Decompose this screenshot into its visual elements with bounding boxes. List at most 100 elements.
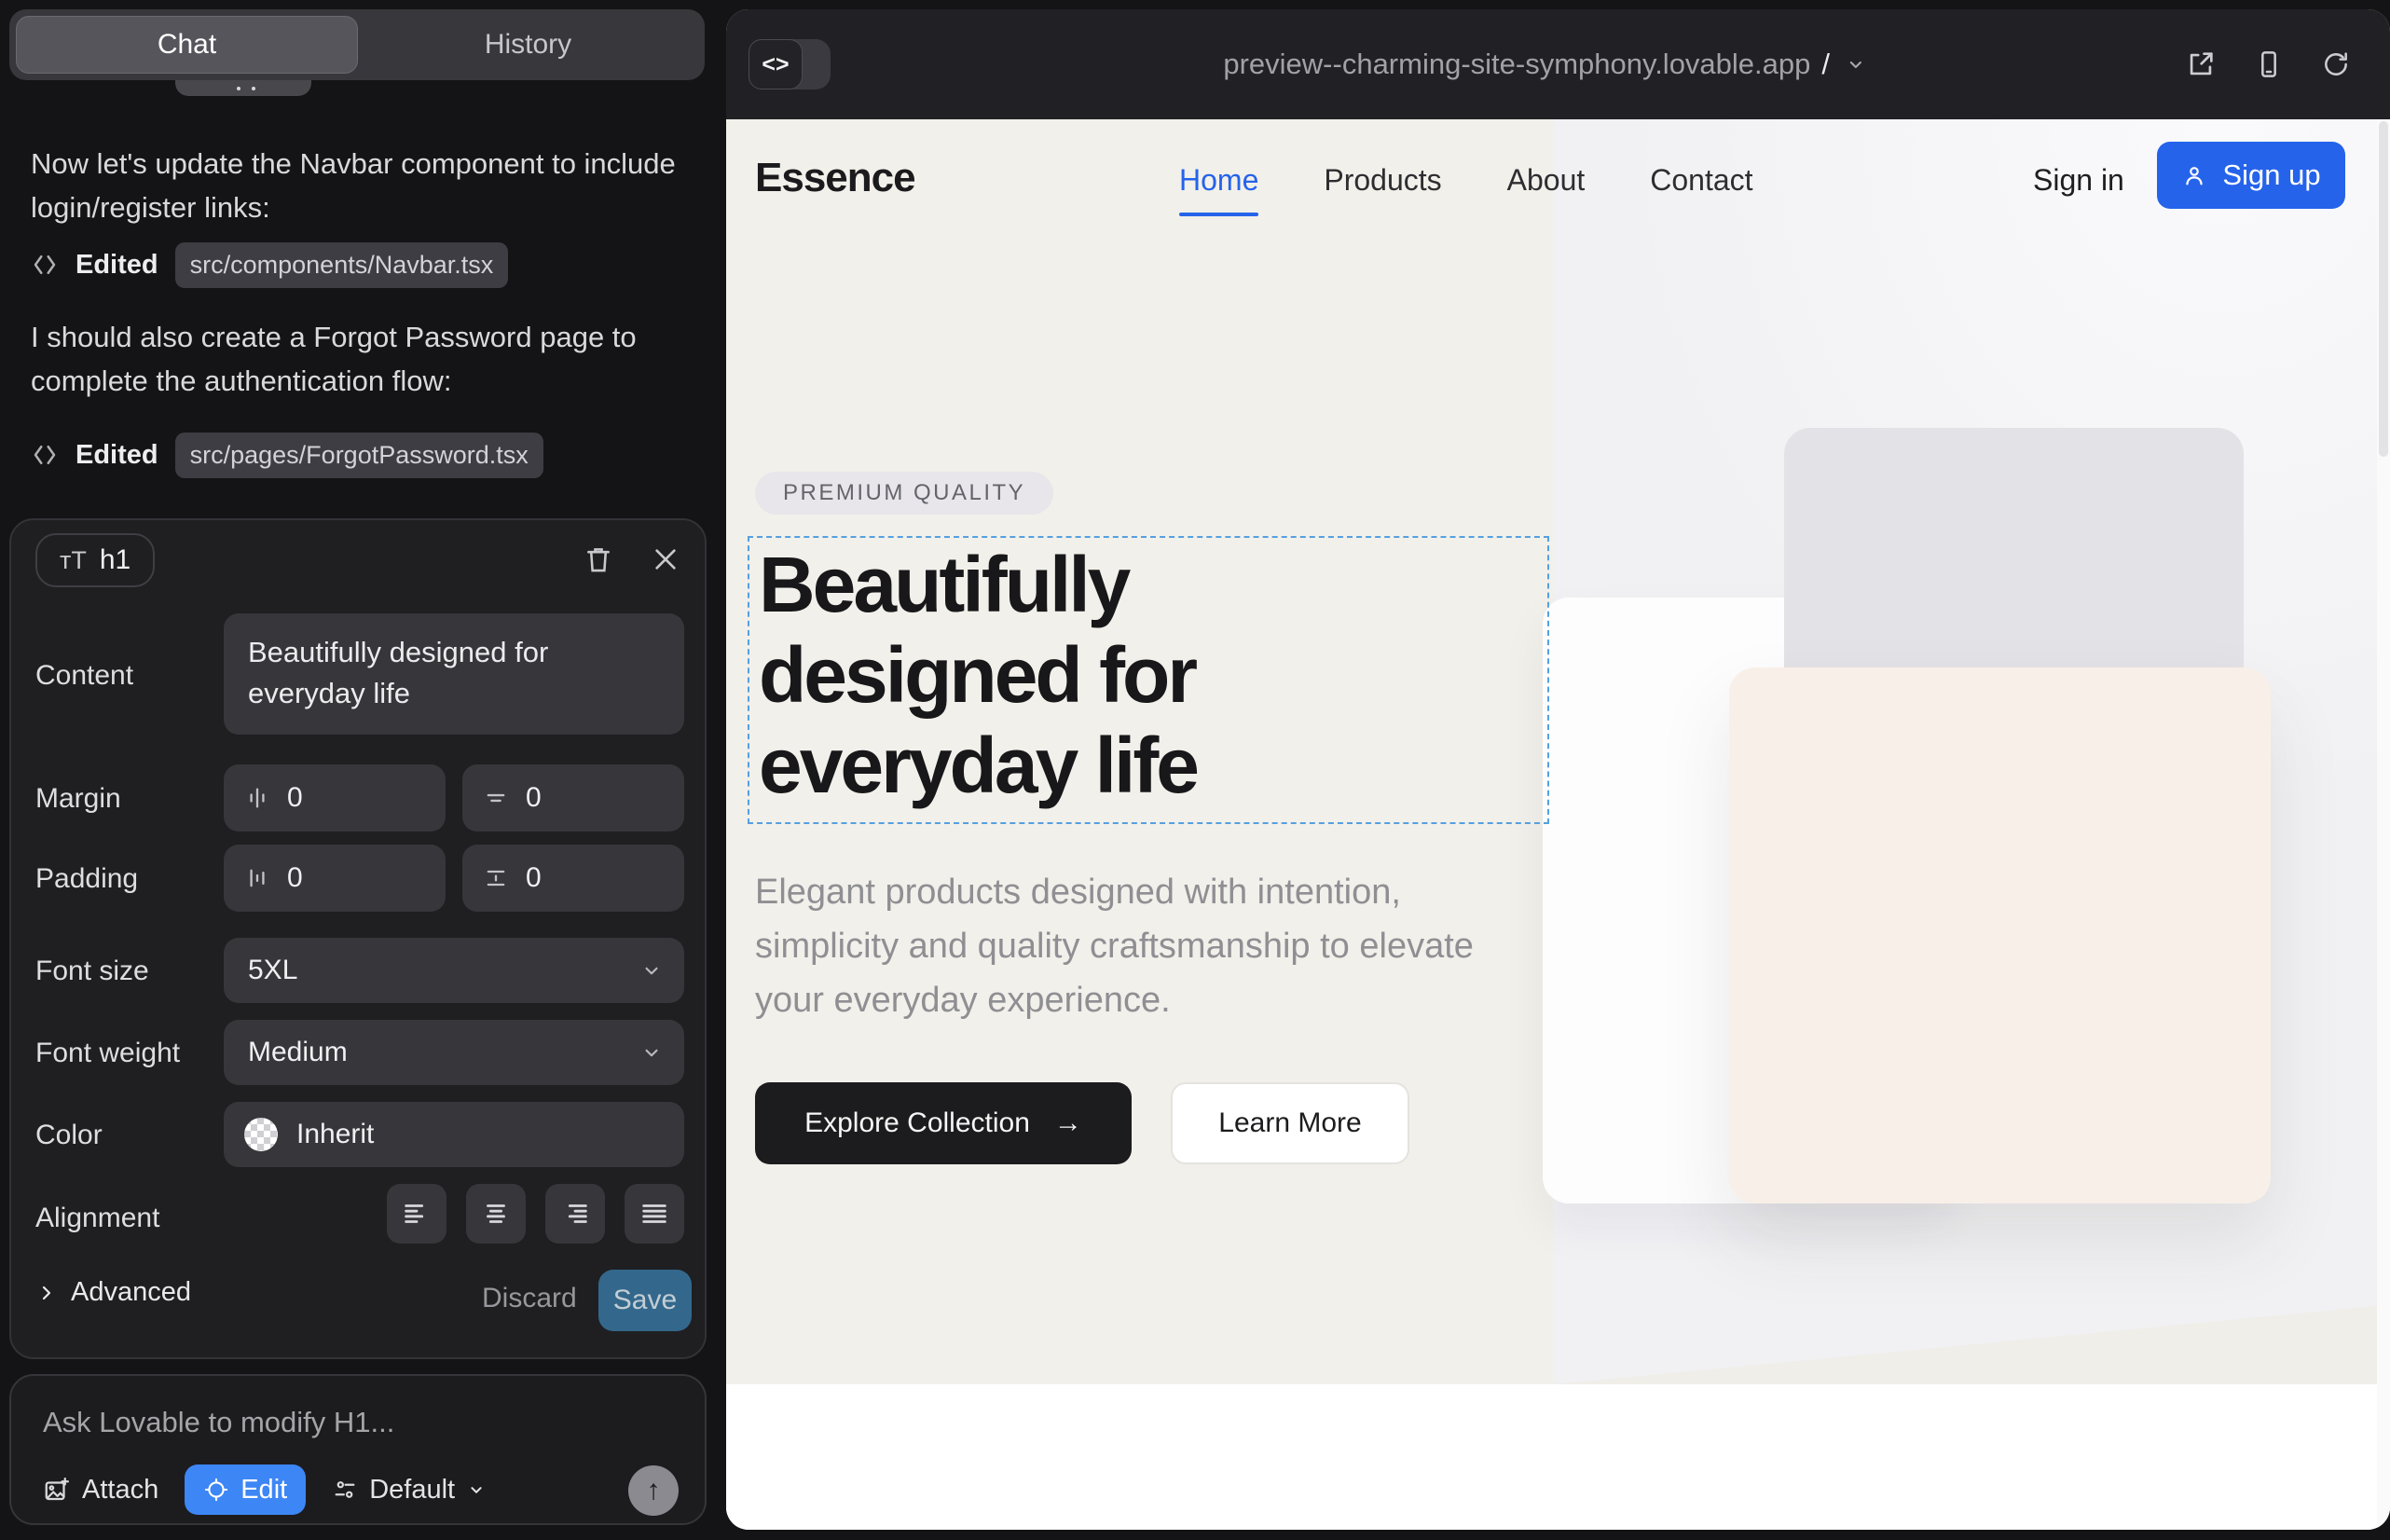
sign-in-link[interactable]: Sign in	[2033, 163, 2124, 198]
color-value: Inherit	[296, 1119, 374, 1150]
edit-mode-button[interactable]: Edit	[185, 1464, 306, 1515]
url-separator: /	[1821, 48, 1830, 81]
align-left-button[interactable]	[387, 1184, 446, 1244]
close-panel-button[interactable]	[645, 539, 686, 580]
font-size-select[interactable]: 5XL	[224, 938, 684, 1003]
url-domain: preview--charming-site-symphony.lovable.…	[1223, 48, 1810, 81]
preview-panel: <> preview--charming-site-symphony.lovab…	[726, 9, 2390, 1530]
content-field-label: Content	[35, 660, 133, 692]
chevron-down-icon	[639, 1040, 664, 1065]
composer-input[interactable]: Ask Lovable to modify H1...	[43, 1406, 394, 1439]
assistant-message: I should also create a Forgot Password p…	[31, 315, 679, 403]
scrollbar-thumb[interactable]	[2379, 121, 2388, 457]
padding-y-input[interactable]: 0	[462, 845, 684, 912]
attach-label: Attach	[82, 1475, 158, 1506]
tab-chat[interactable]: Chat	[16, 16, 358, 74]
site-nav: Home Products About Contact	[1179, 119, 1753, 241]
chevron-down-icon	[639, 958, 664, 983]
chevron-down-icon	[1845, 53, 1867, 76]
edited-label: Edited	[76, 440, 158, 471]
close-icon	[651, 544, 680, 574]
chevron-down-icon	[466, 1479, 487, 1500]
font-weight-select[interactable]: Medium	[224, 1020, 684, 1085]
margin-field-label: Margin	[35, 783, 121, 815]
align-right-icon	[559, 1198, 591, 1230]
nav-link-products[interactable]: Products	[1324, 163, 1441, 198]
save-button[interactable]: Save	[598, 1270, 692, 1331]
hero-description: Elegant products designed with intention…	[755, 865, 1519, 1027]
tab-history[interactable]: History	[358, 16, 698, 74]
margin-y-input[interactable]: 0	[462, 764, 684, 832]
discard-button[interactable]: Discard	[482, 1283, 577, 1314]
attach-image-icon	[43, 1476, 71, 1504]
code-icon: <>	[749, 39, 803, 89]
send-button[interactable]: ↑	[628, 1465, 679, 1516]
padding-vertical-icon	[483, 865, 509, 891]
target-icon	[203, 1477, 229, 1503]
preview-scrollbar[interactable]	[2377, 119, 2390, 1530]
edited-file-row: Edited src/pages/ForgotPassword.tsx	[31, 431, 543, 479]
content-input[interactable]: Beautifully designed for everyday life	[224, 613, 684, 735]
arrow-right-icon: →	[1054, 1107, 1082, 1139]
preview-actions	[2185, 48, 2351, 80]
explore-collection-button[interactable]: Explore Collection →	[755, 1082, 1132, 1164]
mobile-icon	[2254, 49, 2284, 79]
margin-x-value: 0	[287, 782, 303, 814]
decor-card-cream	[1729, 667, 2271, 1203]
attach-button[interactable]: Attach	[43, 1475, 158, 1506]
align-center-button[interactable]	[466, 1184, 526, 1244]
nav-link-home[interactable]: Home	[1179, 163, 1258, 198]
edited-label: Edited	[76, 250, 158, 281]
alignment-buttons	[387, 1184, 684, 1244]
model-selector-label: Default	[369, 1475, 455, 1506]
sliders-icon	[332, 1477, 358, 1503]
refresh-button[interactable]	[2321, 49, 2351, 79]
hero-badge: PREMIUM QUALITY	[755, 472, 1053, 515]
typography-icon: тT	[60, 546, 87, 575]
advanced-toggle[interactable]: Advanced	[35, 1277, 191, 1308]
open-external-button[interactable]	[2185, 48, 2217, 80]
margin-vertical-icon	[483, 785, 509, 811]
color-select[interactable]: Inherit	[224, 1102, 684, 1167]
transparent-color-swatch	[244, 1118, 278, 1151]
align-center-icon	[480, 1198, 512, 1230]
mobile-view-button[interactable]	[2254, 49, 2284, 79]
model-selector[interactable]: Default	[332, 1475, 487, 1506]
nav-link-contact[interactable]: Contact	[1650, 163, 1752, 198]
code-preview-toggle[interactable]: <>	[749, 39, 831, 89]
align-justify-button[interactable]	[625, 1184, 684, 1244]
site-page: Essence Home Products About Contact Sign…	[726, 119, 2390, 1530]
sign-up-label: Sign up	[2222, 158, 2320, 192]
element-editor-panel: тT h1 Content Beautifully designed for e…	[9, 518, 707, 1359]
padding-x-input[interactable]: 0	[224, 845, 446, 912]
sign-up-button[interactable]: Sign up	[2157, 142, 2345, 209]
hero-cta-row: Explore Collection → Learn More	[755, 1082, 1409, 1164]
file-chip[interactable]: src/pages/ForgotPassword.tsx	[175, 433, 543, 478]
code-icon	[31, 251, 59, 279]
alignment-field-label: Alignment	[35, 1203, 159, 1234]
explore-collection-label: Explore Collection	[804, 1107, 1030, 1139]
margin-x-input[interactable]: 0	[224, 764, 446, 832]
edited-file-row: Edited src/components/Navbar.tsx	[31, 241, 508, 289]
element-tag-badge: тT h1	[35, 533, 155, 587]
learn-more-button[interactable]: Learn More	[1171, 1082, 1409, 1164]
padding-field-label: Padding	[35, 863, 138, 895]
advanced-label: Advanced	[71, 1277, 191, 1308]
font-size-field-label: Font size	[35, 956, 149, 987]
refresh-icon	[2321, 49, 2351, 79]
site-logo[interactable]: Essence	[755, 155, 915, 201]
nav-link-about[interactable]: About	[1507, 163, 1586, 198]
selected-element-outline[interactable]: Beautifully designed for everyday life	[748, 536, 1549, 824]
address-bar[interactable]: preview--charming-site-symphony.lovable.…	[1223, 48, 1867, 81]
app-window: Chat History Now let's update the Navbar…	[0, 0, 2390, 1540]
padding-horizontal-icon	[244, 865, 270, 891]
delete-element-button[interactable]	[578, 539, 619, 580]
chevron-right-icon	[35, 1282, 58, 1304]
assistant-message: Now let's update the Navbar component to…	[31, 142, 679, 229]
element-tag-label: h1	[100, 544, 130, 576]
file-chip[interactable]: src/components/Navbar.tsx	[175, 242, 509, 288]
hero-heading[interactable]: Beautifully designed for everyday life	[759, 540, 1430, 811]
align-right-button[interactable]	[545, 1184, 605, 1244]
user-icon	[2181, 162, 2207, 188]
font-size-value: 5XL	[248, 955, 297, 986]
